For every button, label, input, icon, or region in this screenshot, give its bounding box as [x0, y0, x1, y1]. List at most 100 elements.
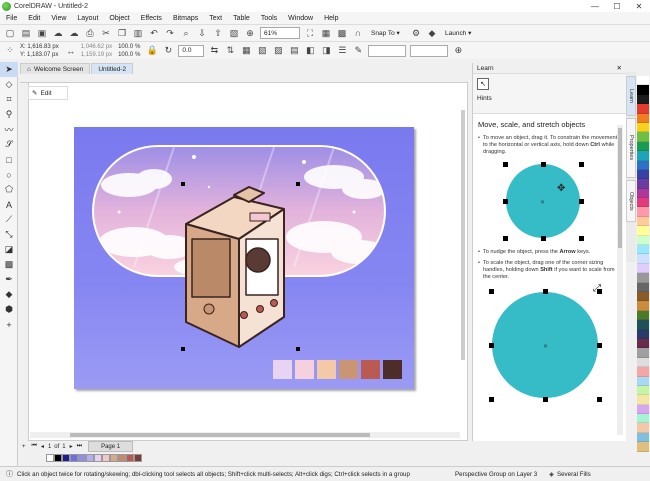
launch-dropdown[interactable]: Launch ▾: [442, 27, 486, 39]
palette-swatch[interactable]: [637, 395, 649, 405]
polygon-tool-icon[interactable]: ⬠: [0, 182, 18, 197]
palette-swatch[interactable]: [637, 442, 649, 452]
eyedropper-icon[interactable]: ✒: [0, 272, 18, 287]
palette-swatch[interactable]: [637, 76, 649, 86]
scale-x-field[interactable]: 100.0: [118, 43, 133, 51]
swatch-brown[interactable]: [383, 360, 402, 379]
search-content-icon[interactable]: ⌕: [180, 27, 192, 39]
tab-welcome-screen[interactable]: ⌂ Welcome Screen: [20, 63, 91, 74]
palette-swatch[interactable]: [637, 273, 649, 283]
scale-y-field[interactable]: 100.0: [118, 51, 133, 59]
palette-swatch[interactable]: [637, 338, 649, 349]
group-icon[interactable]: ▦: [240, 45, 252, 57]
magnet-icon[interactable]: ∩: [352, 27, 364, 39]
pick-tool-icon[interactable]: ➤: [0, 62, 18, 77]
doc-color-8[interactable]: [102, 454, 110, 462]
import-icon[interactable]: ⇩: [196, 27, 208, 39]
palette-swatch[interactable]: [637, 122, 649, 133]
menu-edit[interactable]: Edit: [28, 15, 40, 22]
open-folder-icon[interactable]: ▤: [20, 27, 32, 39]
freehand-tool-icon[interactable]: 〰: [0, 122, 18, 137]
palette-swatch[interactable]: [637, 169, 649, 180]
new-document-icon[interactable]: ▢: [4, 27, 16, 39]
mirror-vertical-icon[interactable]: ⇅: [224, 45, 236, 57]
last-page-icon[interactable]: ⏭: [77, 443, 82, 450]
crop-tool-icon[interactable]: ⌗: [0, 92, 18, 107]
x-position-field[interactable]: X: 1,616.83 px: [20, 43, 59, 51]
transparency-icon[interactable]: ▩: [0, 257, 18, 272]
prev-page-icon[interactable]: ◂: [41, 443, 44, 450]
doc-color-11[interactable]: [126, 454, 134, 462]
hscroll-thumb[interactable]: [70, 433, 370, 437]
horizontal-ruler[interactable]: [20, 74, 468, 83]
rectangle-tool-icon[interactable]: □: [0, 152, 18, 167]
save-icon[interactable]: ▣: [36, 27, 48, 39]
doc-color-6[interactable]: [86, 454, 94, 462]
copy-icon[interactable]: ❐: [116, 27, 128, 39]
shape-tool-icon[interactable]: ◇: [0, 77, 18, 92]
side-tab-properties[interactable]: Properties: [626, 118, 636, 178]
zoom-level-icon[interactable]: ⊕: [244, 27, 256, 39]
palette-swatch[interactable]: [637, 432, 649, 443]
palette-swatch[interactable]: [637, 151, 649, 161]
drop-shadow-icon[interactable]: ◪: [0, 242, 18, 257]
menu-view[interactable]: View: [51, 15, 66, 22]
vertical-ruler[interactable]: [20, 83, 29, 441]
palette-swatch[interactable]: [637, 263, 649, 274]
settings-gear-icon[interactable]: ⚙: [410, 27, 422, 39]
edit-button[interactable]: ✎ Edit: [28, 86, 68, 100]
doc-color-1[interactable]: [46, 454, 54, 462]
close-icon[interactable]: ✕: [628, 0, 650, 12]
docker-scrollbar[interactable]: [617, 125, 623, 435]
paste-icon[interactable]: ▥: [132, 27, 144, 39]
palette-swatch[interactable]: [637, 104, 649, 114]
page-1-tab[interactable]: Page 1: [88, 441, 134, 452]
menu-effects[interactable]: Effects: [141, 15, 162, 22]
to-back-icon[interactable]: ◨: [320, 45, 332, 57]
export-icon[interactable]: ⇧: [212, 27, 224, 39]
export-pdf-icon[interactable]: ▧: [228, 27, 240, 39]
doc-color-5[interactable]: [78, 454, 86, 462]
tab-untitled-2[interactable]: Untitled-2: [91, 63, 134, 74]
palette-swatch[interactable]: [637, 245, 649, 255]
first-page-icon[interactable]: ⏮: [32, 443, 37, 450]
palette-swatch[interactable]: [637, 414, 649, 424]
palette-swatch[interactable]: [637, 423, 649, 433]
menu-text[interactable]: Text: [209, 15, 222, 22]
full-screen-icon[interactable]: ⛶: [304, 27, 316, 39]
text-tool-icon[interactable]: A: [0, 197, 18, 212]
side-tab-learn[interactable]: Learn: [626, 76, 636, 116]
smart-fill-icon[interactable]: ⬢: [0, 302, 18, 317]
palette-swatch[interactable]: [637, 179, 649, 189]
doc-color-7[interactable]: [94, 454, 102, 462]
docker-scroll-thumb[interactable]: [618, 128, 622, 248]
combine-icon[interactable]: ▨: [272, 45, 284, 57]
redo-icon[interactable]: ↷: [164, 27, 176, 39]
status-info-icon[interactable]: ⓘ: [6, 469, 13, 479]
hints-icon[interactable]: ↖: [477, 78, 489, 90]
palette-swatch[interactable]: [637, 207, 649, 217]
palette-swatch[interactable]: [637, 404, 649, 415]
dimension-tool-icon[interactable]: ⟋: [0, 212, 18, 227]
print-icon[interactable]: ⎙: [84, 27, 96, 39]
y-position-field[interactable]: Y: 1,183.07 px: [20, 51, 59, 59]
outline-width-combo[interactable]: [368, 44, 407, 57]
add-icon[interactable]: ⊕: [452, 45, 464, 57]
artistic-media-icon[interactable]: 𝒮: [0, 137, 18, 152]
palette-swatch[interactable]: [637, 301, 649, 311]
grid-icon[interactable]: ▩: [336, 27, 348, 39]
menu-bitmaps[interactable]: Bitmaps: [173, 15, 198, 22]
add-tool-icon[interactable]: +: [0, 317, 18, 332]
menu-object[interactable]: Object: [109, 15, 129, 22]
palette-swatch[interactable]: [637, 310, 649, 321]
palette-swatch[interactable]: [637, 141, 649, 152]
launch-icon[interactable]: ◆: [426, 27, 438, 39]
wrap-text-icon[interactable]: ▤: [288, 45, 300, 57]
to-front-icon[interactable]: ◧: [304, 45, 316, 57]
palette-swatch[interactable]: [637, 85, 649, 95]
minimize-icon[interactable]: —: [584, 0, 606, 12]
palette-swatch[interactable]: [637, 348, 649, 358]
palette-swatch[interactable]: [637, 376, 649, 386]
palette-swatch[interactable]: [637, 235, 649, 246]
swatch-red[interactable]: [361, 360, 380, 379]
